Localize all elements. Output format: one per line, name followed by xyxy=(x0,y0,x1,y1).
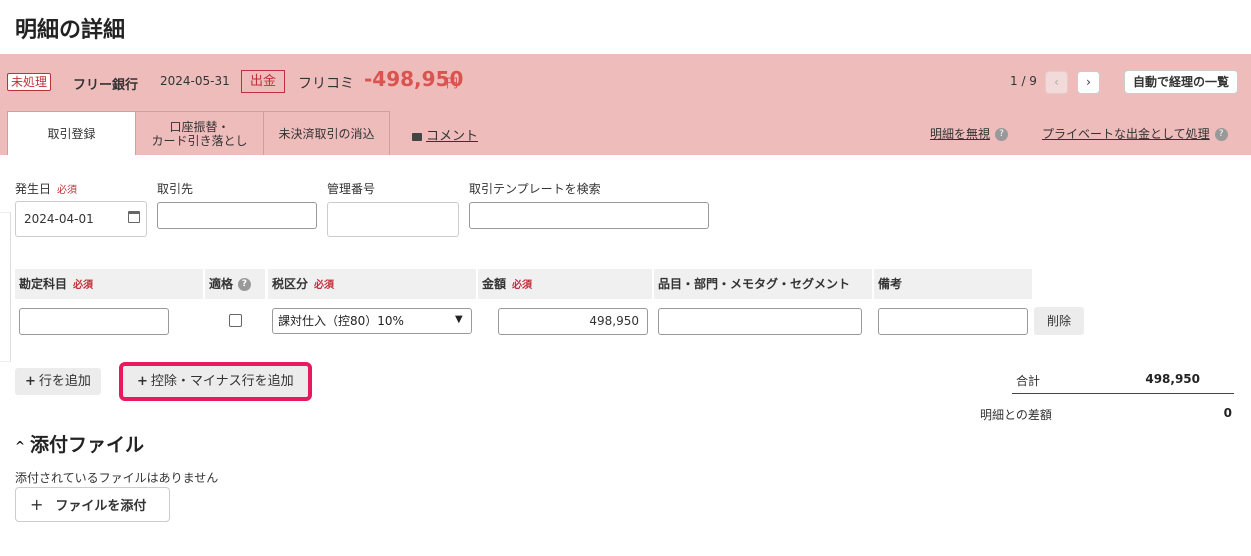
bank-name: フリー銀行 xyxy=(73,78,139,93)
tab-reconcile-label: 未決済取引の消込 xyxy=(278,126,375,141)
tab-register-label: 取引登録 xyxy=(47,126,96,141)
transaction-description: フリコミ xyxy=(298,76,354,92)
account-input[interactable] xyxy=(19,308,169,335)
required-tag: 必須 xyxy=(314,280,335,291)
col-eligible: 適格? xyxy=(205,269,265,299)
add-minus-row-button[interactable]: + 控除・マイナス行を追加 xyxy=(119,362,312,401)
attachments-empty-text: 添付されているファイルはありません xyxy=(15,471,219,485)
add-file-label: ファイルを添付 xyxy=(55,499,147,514)
side-panel-edge xyxy=(0,212,11,362)
comment-link[interactable]: コメント xyxy=(412,125,478,144)
transaction-date: 2024-05-31 xyxy=(160,74,230,88)
diff-label: 明細との差額 xyxy=(980,408,1052,422)
required-tag: 必須 xyxy=(512,280,533,291)
add-row-label: 行を追加 xyxy=(38,374,91,389)
note-input[interactable] xyxy=(878,308,1028,335)
ref-number-label: 管理番号 xyxy=(327,182,376,196)
tags-input[interactable] xyxy=(658,308,862,335)
partner-input[interactable] xyxy=(157,202,317,229)
eligible-checkbox[interactable] xyxy=(229,314,242,327)
chevron-down-icon: ▼ xyxy=(455,314,463,325)
prev-page-button[interactable]: ‹ xyxy=(1045,71,1068,94)
page-title: 明細の詳細 xyxy=(15,18,126,43)
next-page-button[interactable]: › xyxy=(1077,71,1100,94)
private-label: プライベートな出金として処理 xyxy=(1042,127,1210,141)
ignore-link[interactable]: 明細を無視? xyxy=(930,125,1009,142)
auto-list-button[interactable]: 自動で経理の一覧 xyxy=(1124,70,1239,94)
col-tags: 品目・部門・メモタグ・セグメント xyxy=(654,269,872,299)
diff-value: 0 xyxy=(1223,406,1232,420)
plus-icon: + xyxy=(137,374,148,389)
date-label: 発生日 必須 xyxy=(15,180,77,197)
tax-select[interactable]: 課対仕入（控80）10% xyxy=(272,308,472,334)
plus-icon: + xyxy=(30,495,44,514)
col-tax: 税区分 必須 xyxy=(268,269,476,299)
comment-label: コメント xyxy=(426,129,479,144)
add-minus-row-label: 控除・マイナス行を追加 xyxy=(150,374,294,389)
date-label-text: 発生日 xyxy=(15,182,52,196)
help-icon[interactable]: ? xyxy=(995,128,1009,141)
partner-label: 取引先 xyxy=(157,182,194,196)
collapse-chevron-icon[interactable]: ^ xyxy=(15,439,25,453)
add-row-button[interactable]: + 行を追加 xyxy=(15,368,101,395)
template-search-label: 取引テンプレートを検索 xyxy=(469,182,601,196)
col-note: 備考 xyxy=(874,269,1032,299)
total-label: 合計 xyxy=(1016,374,1041,388)
col-account: 勘定科目 必須 xyxy=(15,269,203,299)
help-icon[interactable]: ? xyxy=(1214,128,1228,141)
delete-row-button[interactable]: 削除 xyxy=(1034,307,1084,335)
total-divider xyxy=(1012,393,1234,394)
chevron-left-icon: ‹ xyxy=(1054,75,1059,89)
col-eligible-label: 適格 xyxy=(209,277,234,291)
pager-position: 1 / 9 xyxy=(1010,74,1037,88)
chevron-right-icon: › xyxy=(1086,75,1091,89)
col-amount-label: 金額 xyxy=(482,277,507,291)
currency-label: 円 xyxy=(446,76,459,90)
required-tag: 必須 xyxy=(57,185,78,196)
add-file-button[interactable]: + ファイルを添付 xyxy=(15,487,170,522)
tab-transfer[interactable]: 口座振替・ カード引き落とし xyxy=(135,111,264,155)
amount-input[interactable]: 498,950 xyxy=(498,308,648,335)
private-expense-link[interactable]: プライベートな出金として処理? xyxy=(1042,125,1228,142)
plus-icon: + xyxy=(25,374,36,389)
direction-badge: 出金 xyxy=(241,70,285,93)
attachments-title: 添付ファイル xyxy=(30,434,145,456)
status-badge: 未処理 xyxy=(7,73,52,91)
tab-register[interactable]: 取引登録 xyxy=(7,111,136,155)
ignore-label: 明細を無視 xyxy=(930,127,991,141)
template-search-input[interactable] xyxy=(469,202,709,229)
ref-number-input[interactable] xyxy=(327,202,459,237)
col-tax-label: 税区分 xyxy=(272,277,309,291)
tab-transfer-line2: カード引き落とし xyxy=(151,133,248,148)
col-account-label: 勘定科目 xyxy=(19,277,68,291)
total-value: 498,950 xyxy=(1145,372,1200,386)
comment-icon xyxy=(412,132,422,141)
required-tag: 必須 xyxy=(73,280,94,291)
help-icon[interactable]: ? xyxy=(238,278,252,291)
tab-transfer-line1: 口座振替・ xyxy=(169,119,230,134)
tab-reconcile[interactable]: 未決済取引の消込 xyxy=(263,111,390,155)
tab-transfer-label: 口座振替・ カード引き落とし xyxy=(151,120,247,148)
col-amount: 金額 必須 xyxy=(478,269,652,299)
calendar-icon[interactable] xyxy=(128,211,140,223)
